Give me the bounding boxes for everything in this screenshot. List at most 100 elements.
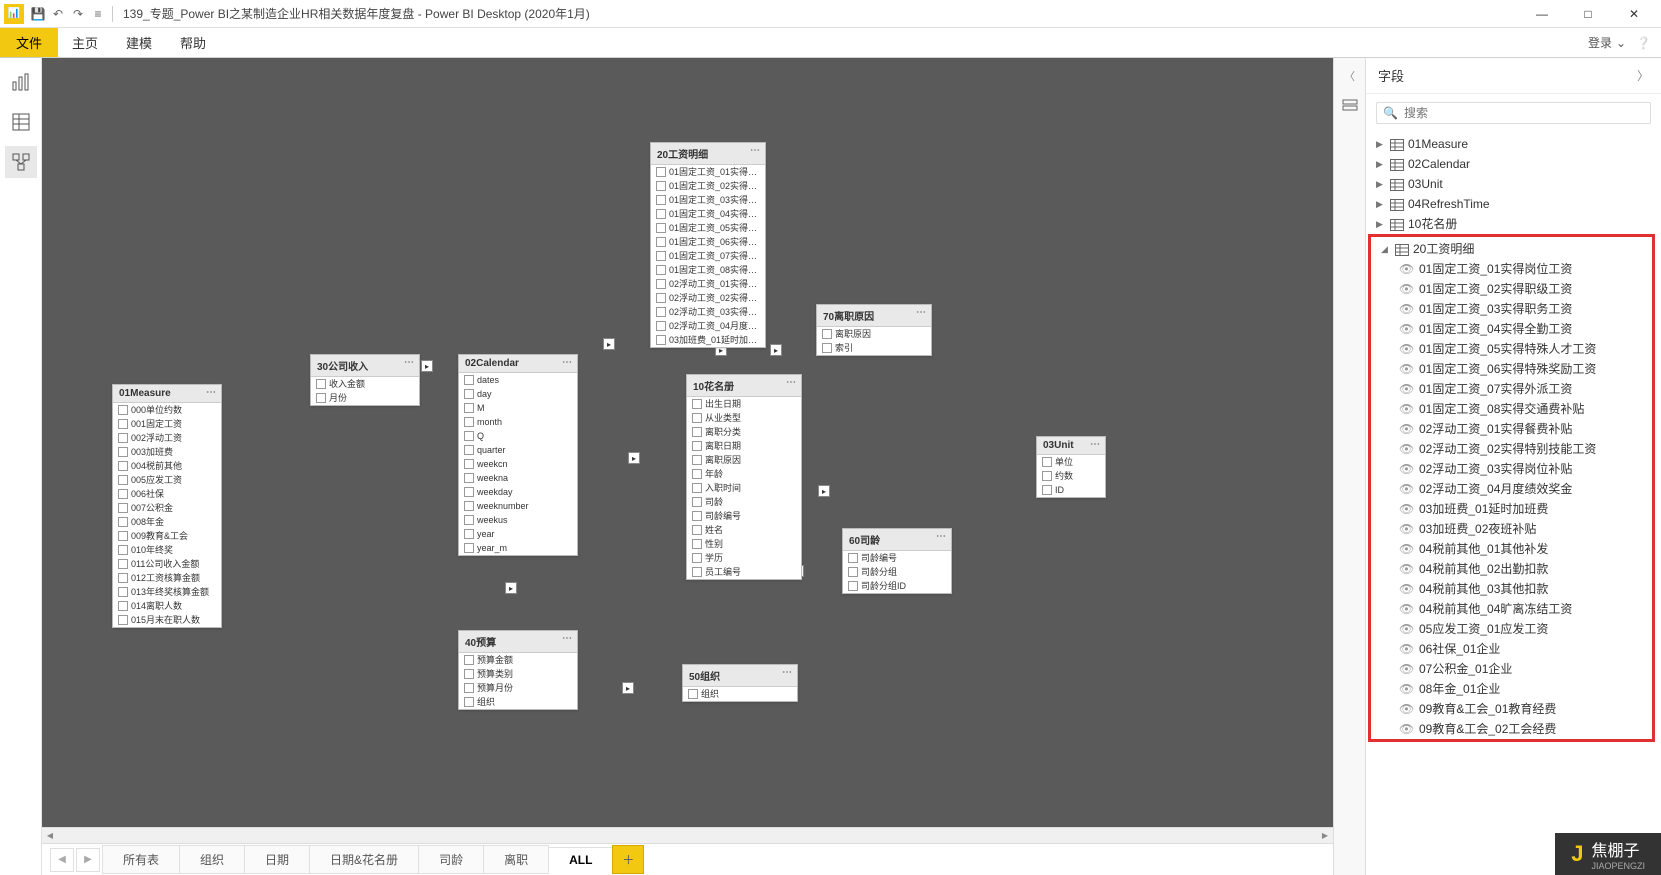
relationship-node[interactable]: ▸ <box>818 485 830 497</box>
ribbon-tab-modeling[interactable]: 建模 <box>112 28 166 57</box>
table-field[interactable]: 01固定工资_05实得特殊... <box>651 221 765 235</box>
add-page-button[interactable]: ＋ <box>612 845 644 874</box>
hidden-icon[interactable]: 👁 <box>1399 260 1413 278</box>
table-field[interactable]: 012工资核算金额 <box>113 571 221 585</box>
table-field[interactable]: ID <box>1037 483 1105 497</box>
hidden-icon[interactable]: 👁 <box>1399 500 1413 518</box>
rail-chevron-icon[interactable]: 〈 <box>1344 68 1355 84</box>
expand-icon[interactable]: ▶ <box>1376 195 1386 213</box>
expand-icon[interactable]: ▶ <box>1376 175 1386 193</box>
field-item[interactable]: 👁02浮动工资_04月度绩效奖金 <box>1371 479 1652 499</box>
table-field[interactable]: 司龄编号 <box>843 551 951 565</box>
table-field[interactable]: 01固定工资_02实得职级... <box>651 179 765 193</box>
field-item[interactable]: 👁03加班费_01延时加班费 <box>1371 499 1652 519</box>
field-item[interactable]: 👁04税前其他_01其他补发 <box>1371 539 1652 559</box>
table-menu-icon[interactable]: ⋯ <box>750 145 761 156</box>
table-field[interactable]: 组织 <box>683 687 797 701</box>
fields-tree[interactable]: ▶01Measure▶02Calendar▶03Unit▶04RefreshTi… <box>1366 132 1661 875</box>
field-item[interactable]: 👁02浮动工资_03实得岗位补贴 <box>1371 459 1652 479</box>
table-header[interactable]: 20工资明细⋯ <box>651 143 765 165</box>
table-menu-icon[interactable]: ⋯ <box>562 633 573 644</box>
search-input[interactable] <box>1404 106 1644 120</box>
table-field[interactable]: 003加班费 <box>113 445 221 459</box>
table-field[interactable]: 02浮动工资_01实得餐费... <box>651 277 765 291</box>
properties-icon[interactable] <box>1341 98 1359 116</box>
page-tab[interactable]: 所有表 <box>102 845 180 874</box>
field-item[interactable]: 👁01固定工资_07实得外派工资 <box>1371 379 1652 399</box>
model-table[interactable]: 70离职原因⋯离职原因索引 <box>816 304 932 356</box>
redo-icon[interactable]: ↷ <box>68 4 88 24</box>
table-field[interactable]: 03加班费_01延时加班费 <box>651 333 765 347</box>
hidden-icon[interactable]: 👁 <box>1399 560 1413 578</box>
field-item[interactable]: 👁01固定工资_03实得职务工资 <box>1371 299 1652 319</box>
close-button[interactable]: ✕ <box>1611 0 1657 28</box>
table-header[interactable]: 50组织⋯ <box>683 665 797 687</box>
table-field[interactable]: 性别 <box>687 537 801 551</box>
hidden-icon[interactable]: 👁 <box>1399 280 1413 298</box>
maximize-button[interactable]: □ <box>1565 0 1611 28</box>
table-header[interactable]: 10花名册⋯ <box>687 375 801 397</box>
hidden-icon[interactable]: 👁 <box>1399 460 1413 478</box>
table-field[interactable]: 入职时间 <box>687 481 801 495</box>
table-field[interactable]: 学历 <box>687 551 801 565</box>
model-canvas[interactable]: ▸ ▸ ▸ ▸ ▸ ▸ ▸ ▸ ▸ 01Measure⋯000单位约数001固定… <box>42 58 1333 827</box>
relationship-node[interactable]: ▸ <box>421 360 433 372</box>
table-field[interactable]: weekna <box>459 471 577 485</box>
table-field[interactable]: 014离职人数 <box>113 599 221 613</box>
hidden-icon[interactable]: 👁 <box>1399 640 1413 658</box>
relationship-node[interactable]: ▸ <box>770 344 782 356</box>
table-field[interactable]: weekus <box>459 513 577 527</box>
table-field[interactable]: 002浮动工资 <box>113 431 221 445</box>
table-field[interactable]: 01固定工资_03实得职务... <box>651 193 765 207</box>
table-header[interactable]: 30公司收入⋯ <box>311 355 419 377</box>
table-field[interactable]: 司龄 <box>687 495 801 509</box>
table-field[interactable]: 离职原因 <box>817 327 931 341</box>
tree-table-item[interactable]: ▶02Calendar <box>1366 154 1661 174</box>
table-menu-icon[interactable]: ⋯ <box>936 531 947 542</box>
table-menu-icon[interactable]: ⋯ <box>786 377 797 388</box>
field-item[interactable]: 👁03加班费_02夜班补贴 <box>1371 519 1652 539</box>
table-menu-icon[interactable]: ⋯ <box>1090 439 1101 450</box>
field-item[interactable]: 👁04税前其他_03其他扣款 <box>1371 579 1652 599</box>
table-field[interactable]: 000单位约数 <box>113 403 221 417</box>
data-view-button[interactable] <box>5 106 37 138</box>
table-field[interactable]: 预算月份 <box>459 681 577 695</box>
table-field[interactable]: weeknumber <box>459 499 577 513</box>
table-field[interactable]: M <box>459 401 577 415</box>
model-table[interactable]: 03Unit⋯单位约数ID <box>1036 436 1106 498</box>
table-field[interactable]: 约数 <box>1037 469 1105 483</box>
table-field[interactable]: 年龄 <box>687 467 801 481</box>
table-field[interactable]: month <box>459 415 577 429</box>
tree-table-item[interactable]: ▶10花名册 <box>1366 214 1661 234</box>
hidden-icon[interactable]: 👁 <box>1399 680 1413 698</box>
minimize-button[interactable]: — <box>1519 0 1565 28</box>
tree-table-item-expanded[interactable]: ◢20工资明细 <box>1371 239 1652 259</box>
search-box[interactable]: 🔍 <box>1376 102 1651 124</box>
expand-icon[interactable]: ▶ <box>1376 135 1386 153</box>
table-field[interactable]: 007公积金 <box>113 501 221 515</box>
hidden-icon[interactable]: 👁 <box>1399 540 1413 558</box>
table-header[interactable]: 03Unit⋯ <box>1037 437 1105 455</box>
hidden-icon[interactable]: 👁 <box>1399 660 1413 678</box>
table-field[interactable]: 013年终奖核算金额 <box>113 585 221 599</box>
page-tab[interactable]: 司龄 <box>418 845 484 874</box>
save-icon[interactable]: 💾 <box>28 4 48 24</box>
field-item[interactable]: 👁07公积金_01企业 <box>1371 659 1652 679</box>
model-table[interactable]: 20工资明细⋯01固定工资_01实得岗位...01固定工资_02实得职级...0… <box>650 142 766 348</box>
hidden-icon[interactable]: 👁 <box>1399 580 1413 598</box>
ribbon-tab-help[interactable]: 帮助 <box>166 28 220 57</box>
model-table[interactable]: 60司龄⋯司龄编号司龄分组司龄分组ID <box>842 528 952 594</box>
field-item[interactable]: 👁09教育&工会_02工会经费 <box>1371 719 1652 739</box>
login-button[interactable]: 登录 ⌄ ❔ <box>1578 28 1661 57</box>
page-tab[interactable]: 日期&花名册 <box>309 845 419 874</box>
table-field[interactable]: 单位 <box>1037 455 1105 469</box>
table-header[interactable]: 02Calendar⋯ <box>459 355 577 373</box>
table-field[interactable]: 离职分类 <box>687 425 801 439</box>
model-table[interactable]: 02Calendar⋯datesdayMmonthQquarterweekcnw… <box>458 354 578 556</box>
scroll-left-icon[interactable]: ◀ <box>42 828 58 844</box>
field-item[interactable]: 👁02浮动工资_02实得特别技能工资 <box>1371 439 1652 459</box>
table-field[interactable]: 索引 <box>817 341 931 355</box>
table-menu-icon[interactable]: ⋯ <box>206 387 217 398</box>
table-field[interactable]: 01固定工资_07实得外派... <box>651 249 765 263</box>
table-field[interactable]: year_m <box>459 541 577 555</box>
